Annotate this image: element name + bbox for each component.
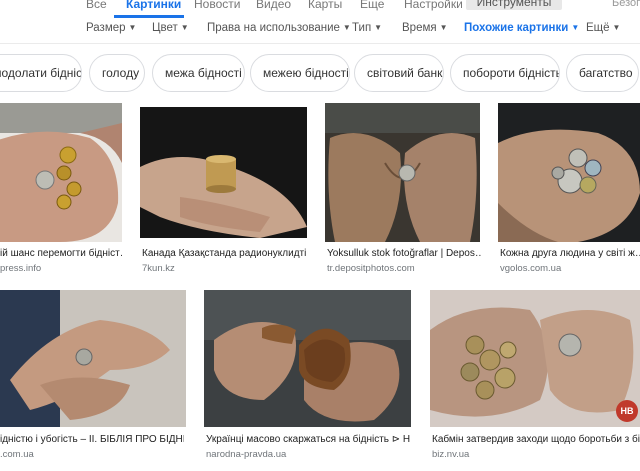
result-thumbnail[interactable] [0,103,122,242]
result-source: .com.ua [0,449,34,460]
filter-color[interactable]: Цвет ▼ [152,22,189,34]
filter-size-label: Размер [86,22,126,34]
result-thumbnail[interactable] [204,290,411,427]
image-result[interactable]: ідністю і убогість – ІІ. БІБЛІЯ ПРО БІДН… [0,290,186,460]
filter-type-label: Тип [352,22,372,34]
result-source: biz.nv.ua [432,449,470,460]
result-caption[interactable]: Кабмін затвердив заходи щодо боротьби з … [432,434,640,445]
result-caption[interactable]: Yoksulluk stok fotoğraflar | Depos… [327,248,481,259]
result-source: narodna-pravda.ua [206,449,287,460]
chip[interactable]: подолати бідність [0,54,82,92]
top-nav: Все Картинки Новости Видео Карты Еще Нас… [0,0,640,18]
tab-all[interactable]: Все [86,0,107,11]
hands-bread-image [204,290,411,427]
result-thumbnail[interactable] [498,103,640,242]
source-logo-badge: НВ [616,400,638,422]
image-result[interactable]: Yoksulluk stok fotoğraflar | Depos… tr.d… [325,103,481,274]
filter-type[interactable]: Тип ▼ [352,22,382,34]
image-result[interactable]: Канада Қазақстанда радионуклидті… 7kun.k… [140,103,308,274]
tab-maps[interactable]: Карты [308,0,342,11]
result-thumbnail[interactable] [140,107,307,238]
image-result[interactable]: НВ Кабмін затвердив заходи щодо боротьби… [430,290,640,460]
filter-similar-label: Похожие картинки [464,22,569,34]
tools-label: Инструменты [476,0,552,9]
hand-many-coins-image [498,103,640,242]
filter-color-label: Цвет [152,22,178,34]
coins-stack-image [140,107,307,238]
hand-with-coins-image [0,103,122,242]
result-source: 7kun.kz [142,263,175,274]
result-thumbnail[interactable] [0,290,186,427]
chip[interactable]: межею бідності [250,54,350,92]
filter-time-label: Время [402,22,437,34]
filter-more-label: Ещё [586,22,610,34]
result-caption[interactable]: Українці масово скаржаться на бідність ⊳… [206,434,411,445]
hands-coin-image [0,290,186,427]
tab-more[interactable]: Еще [360,0,384,11]
image-result[interactable]: Українці масово скаржаться на бідність ⊳… [204,290,412,460]
filter-rights[interactable]: Права на использование ▼ [207,22,351,34]
tools-button[interactable]: Инструменты [466,0,562,10]
filter-similar[interactable]: Похожие картинки ▼ [464,22,579,34]
result-source: vgolos.com.ua [500,263,562,274]
result-caption[interactable]: ідністю і убогість – ІІ. БІБЛІЯ ПРО БІДН… [0,434,184,445]
result-source: tr.depositphotos.com [327,263,415,274]
image-result[interactable]: ій шанс перемогти бідніст… press.info [0,103,122,274]
caret-down-icon: ▼ [439,23,448,32]
result-source: press.info [0,263,42,274]
caret-down-icon: ▼ [180,23,189,32]
tab-news[interactable]: Новости [194,0,240,11]
hands-coins-pile-image [430,290,640,427]
filter-bar: Размер ▼ Цвет ▼ Права на использование ▼ Ти… [0,18,640,42]
filter-more[interactable]: Ещё ▼ [586,22,620,34]
tab-video[interactable]: Видео [256,0,291,11]
result-caption[interactable]: ій шанс перемогти бідніст… [0,248,122,259]
result-caption[interactable]: Канада Қазақстанда радионуклидті… [142,248,307,259]
cupped-hands-coin-image [325,103,480,242]
caret-down-icon: ▼ [128,23,137,32]
result-caption[interactable]: Кожна друга людина у світі ж… [500,248,640,259]
safe-search-toggle[interactable]: Безопасны [612,0,640,9]
result-thumbnail[interactable] [325,103,480,242]
divider [0,43,640,44]
chip[interactable]: побороти бідність [450,54,560,92]
filter-rights-label: Права на использование [207,22,340,34]
filter-size[interactable]: Размер ▼ [86,22,136,34]
tab-images[interactable]: Картинки [126,0,181,11]
caret-down-icon: ▼ [342,23,351,32]
result-thumbnail[interactable]: НВ [430,290,640,427]
filter-time[interactable]: Время ▼ [402,22,448,34]
caret-down-icon: ▼ [374,23,383,32]
tab-settings[interactable]: Настройки [404,0,463,11]
caret-down-icon: ▼ [612,23,621,32]
chip[interactable]: межа бідності [152,54,245,92]
related-chips: подолати бідність голоду межа бідності м… [0,54,640,92]
chip[interactable]: світовий банк [354,54,444,92]
image-result[interactable]: Кожна друга людина у світі ж… vgolos.com… [498,103,640,274]
chip[interactable]: голоду [89,54,145,92]
caret-down-icon: ▼ [571,23,580,32]
chip[interactable]: багатство [566,54,639,92]
